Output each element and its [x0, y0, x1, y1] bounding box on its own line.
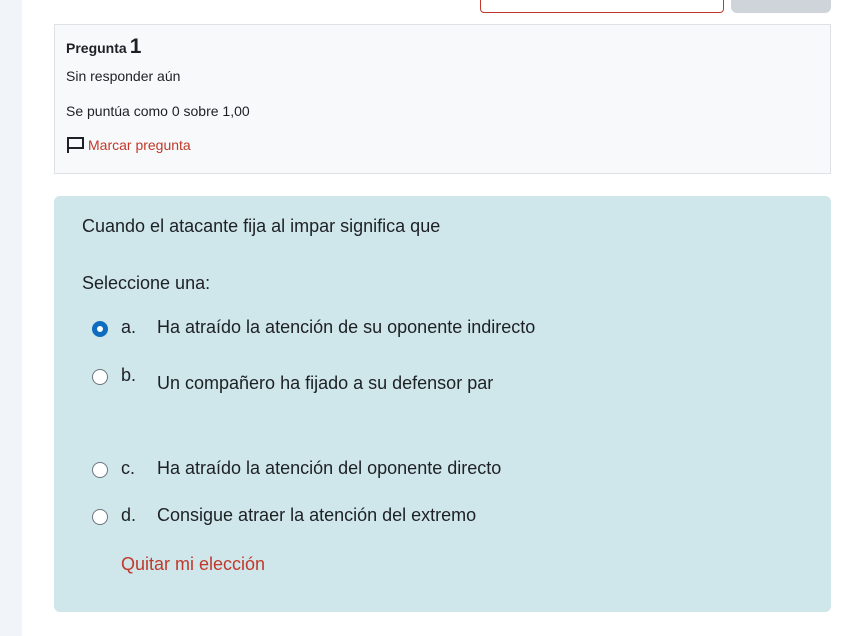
answer-option-a[interactable]: a. Ha atraído la atención de su oponente… [92, 317, 535, 338]
option-text-b: Un compañero ha fijado a su defensor par [157, 373, 494, 393]
top-outline-button[interactable] [480, 0, 724, 13]
radio-d[interactable] [92, 509, 108, 525]
question-label: Pregunta [66, 40, 127, 56]
question-number: 1 [129, 35, 142, 58]
question-state: Sin responder aún [66, 68, 181, 84]
option-letter-b: b. [121, 365, 137, 385]
question-formulation: Cuando el atacante fija al impar signifi… [54, 196, 831, 612]
question-info-box: Pregunta 1 Sin responder aún Se puntúa co… [54, 24, 831, 174]
question-grade: Se puntúa como 0 sobre 1,00 [66, 103, 250, 119]
option-text-c: Ha atraído la atención del oponente dire… [157, 458, 502, 478]
page-left-strip [0, 0, 22, 636]
radio-a[interactable] [92, 321, 108, 337]
answer-option-b[interactable]: b. Un compañero ha fijado a su defensor … [92, 365, 493, 394]
radio-c[interactable] [92, 462, 108, 478]
question-text: Cuando el atacante fija al impar signifi… [82, 216, 441, 236]
option-text-a: Ha atraído la atención de su oponente in… [157, 317, 536, 337]
question-title: Pregunta 1 [66, 35, 819, 60]
radio-b[interactable] [92, 369, 108, 385]
flag-question-label: Marcar pregunta [88, 137, 191, 153]
answer-option-d[interactable]: d. Consigue atraer la atención del extre… [92, 505, 476, 526]
answer-option-c[interactable]: c. Ha atraído la atención del oponente d… [92, 458, 501, 479]
top-grey-button[interactable] [731, 0, 831, 13]
option-letter-c: c. [121, 458, 136, 478]
flag-question-link[interactable]: Marcar pregunta [66, 136, 819, 154]
flag-icon [66, 136, 88, 154]
answer-prompt: Seleccione una: [82, 273, 211, 293]
option-letter-a: a. [121, 317, 137, 337]
option-text-d: Consigue atraer la atención del extremo [157, 505, 477, 525]
clear-choice-link[interactable]: Quitar mi elección [121, 554, 265, 575]
option-letter-d: d. [121, 505, 137, 525]
